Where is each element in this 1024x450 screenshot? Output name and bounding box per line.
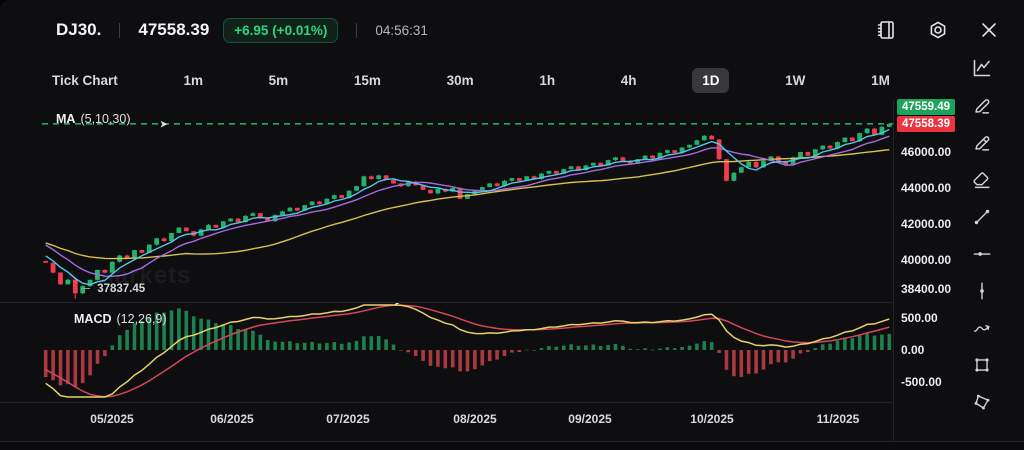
close-button[interactable] [978,19,1000,41]
last-price: 47558.39 [138,20,209,40]
macd-chart[interactable]: ➤ [42,303,893,399]
horizontal-ray-tool-button[interactable] [971,243,993,265]
header-actions [874,0,1000,60]
rectangle-tool-button[interactable] [971,354,993,376]
tab-1w[interactable]: 1W [775,68,815,93]
polygon-tool-button[interactable] [971,391,993,413]
rectangle-icon [971,354,993,376]
tab-1d[interactable]: 1D [692,68,729,93]
settings-icon [926,18,950,42]
session-clock: 04:56:31 [375,23,428,38]
close-icon [978,19,1000,41]
month-label: 10/2025 [690,412,733,426]
price-axis-border [893,100,894,441]
header: DJ30. 47558.39 +6.95 (+0.01%) 04:56:31 [0,0,1024,60]
polygon-icon [971,391,993,413]
macd-tick: -500.00 [901,375,942,389]
horizontal-ray-icon [971,243,993,265]
eraser-tool-button[interactable] [971,169,993,191]
tab-4h[interactable]: 4h [611,68,647,93]
trading-app: DJ30. 47558.39 +6.95 (+0.01%) 04:56:31 [0,0,1024,450]
month-label: 07/2025 [326,412,369,426]
eraser-icon [971,169,993,191]
month-label: 05/2025 [90,412,133,426]
divider [356,23,357,38]
month-label: 08/2025 [453,412,496,426]
journal-icon [874,18,898,42]
settings-button[interactable] [926,18,950,42]
drawing-toolbar [940,56,1024,413]
tab-5m[interactable]: 5m [259,68,299,93]
vertical-line-tool-button[interactable] [971,280,993,302]
tab-1m-month[interactable]: 1M [861,68,900,93]
month-label: 11/2025 [817,412,860,426]
ma-params: (5,10,30) [80,112,130,126]
pencil-tool-button[interactable] [971,95,993,117]
tab-tick-chart[interactable]: Tick Chart [42,68,128,93]
macd-params: (12,26,9) [117,312,167,326]
ma-indicator-label: MA (5,10,30) [56,112,130,126]
tab-15m[interactable]: 15m [344,68,391,93]
session-low-label: 37837.45 [82,283,145,295]
pencil-icon [971,95,993,117]
bottom-strip [0,442,1024,450]
macd-indicator-label: MACD (12,26,9) [74,312,167,326]
axis-divider [0,402,893,403]
line-chart-tool-button[interactable] [970,56,994,80]
pencil-alt-icon [971,132,993,154]
trend-line-icon [971,206,993,228]
pencil-alt-tool-button[interactable] [971,132,993,154]
month-label: 06/2025 [210,412,253,426]
journal-button[interactable] [874,18,898,42]
month-label: 09/2025 [568,412,611,426]
tab-30m[interactable]: 30m [437,68,484,93]
change-badge: +6.95 (+0.01%) [223,18,338,43]
vertical-line-icon [971,280,993,302]
trend-line-tool-button[interactable] [971,206,993,228]
tab-1h[interactable]: 1h [529,68,565,93]
wave-arrow-icon [971,317,993,339]
tab-1m[interactable]: 1m [173,68,213,93]
wave-arrow-tool-button[interactable] [971,317,993,339]
macd-name: MACD [74,312,112,326]
line-chart-icon [970,56,994,80]
timeframe-bar: Tick Chart 1m 5m 15m 30m 1h 4h 1D 1W 1M [42,60,900,100]
macd-tick: 0.00 [901,343,924,357]
svg-text:➤: ➤ [394,303,402,307]
macd-tick: 500.00 [901,311,938,325]
symbol-name: DJ30. [56,20,101,40]
divider [119,23,120,38]
svg-text:➤: ➤ [160,119,168,129]
ma-name: MA [56,112,75,126]
